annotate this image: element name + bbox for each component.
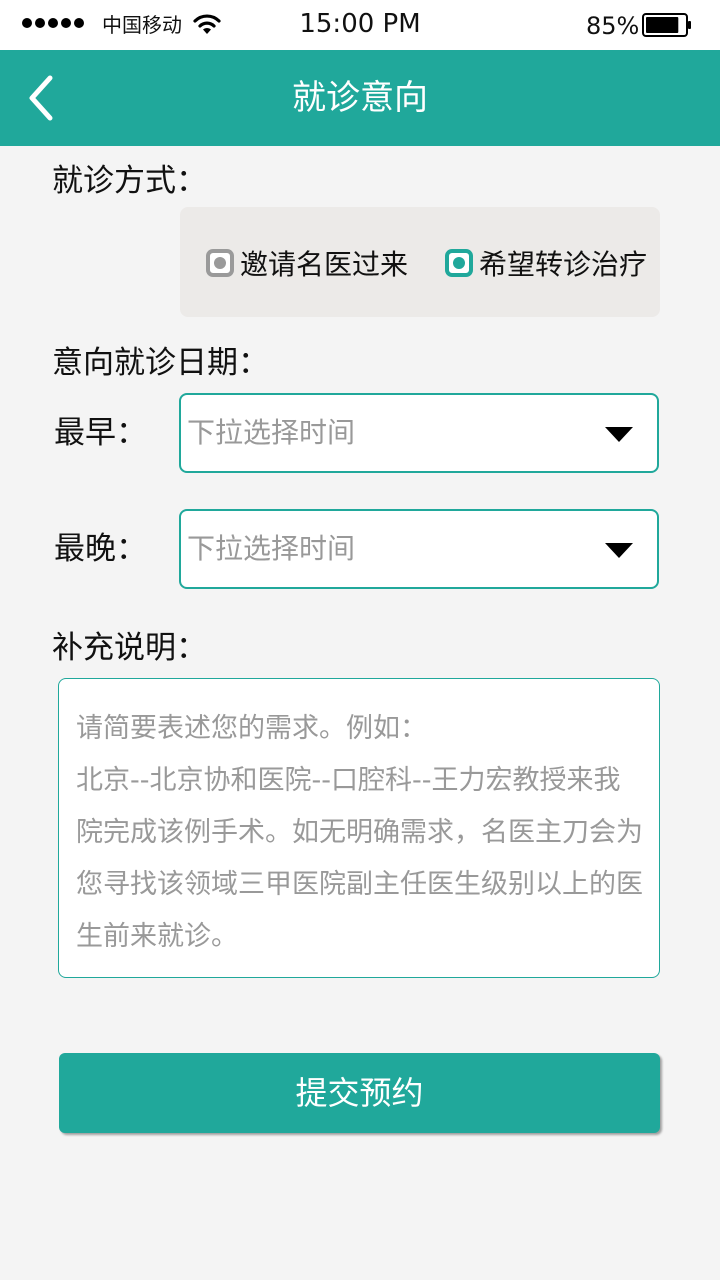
option-invite-doctor-label: 邀请名医过来 [240,248,409,281]
nav-bar: 就诊意向 [0,50,720,146]
dropdown-caret-icon[interactable] [605,427,633,442]
notes-label: 补充说明： [52,630,207,666]
radio-selected-icon[interactable] [445,249,473,277]
radio-unselected-icon[interactable] [206,249,234,277]
notes-placeholder: 请简要表述您的需求。例如： 北京--北京协和医院--口腔科--王力宏教授来我院完… [76,713,643,952]
earliest-date-placeholder: 下拉选择时间 [187,416,356,449]
option-transfer-treatment-label: 希望转诊治疗 [479,248,648,281]
option-invite-doctor[interactable]: 邀请名医过来 [206,243,408,283]
visit-date-label: 意向就诊日期： [52,345,269,381]
status-bar: 中国移动 15:00 PM 85% [0,0,720,50]
dropdown-caret-icon[interactable] [605,543,633,558]
visit-method-options: 邀请名医过来 希望转诊治疗 [180,207,660,317]
option-transfer-treatment[interactable]: 希望转诊治疗 [445,243,647,283]
latest-date-select[interactable]: 下拉选择时间 [179,509,659,589]
latest-date-placeholder: 下拉选择时间 [187,532,356,565]
battery-percentage: 85% [586,12,640,40]
battery-icon [642,13,691,37]
latest-label: 最晚： [54,531,147,567]
submit-appointment-button[interactable]: 提交预约 [59,1053,660,1133]
visit-method-label: 就诊方式： [52,163,207,199]
earliest-label: 最早： [54,415,147,451]
notes-textarea[interactable]: 请简要表述您的需求。例如： 北京--北京协和医院--口腔科--王力宏教授来我院完… [58,678,660,978]
earliest-date-select[interactable]: 下拉选择时间 [179,393,659,473]
page-title: 就诊意向 [292,78,428,118]
